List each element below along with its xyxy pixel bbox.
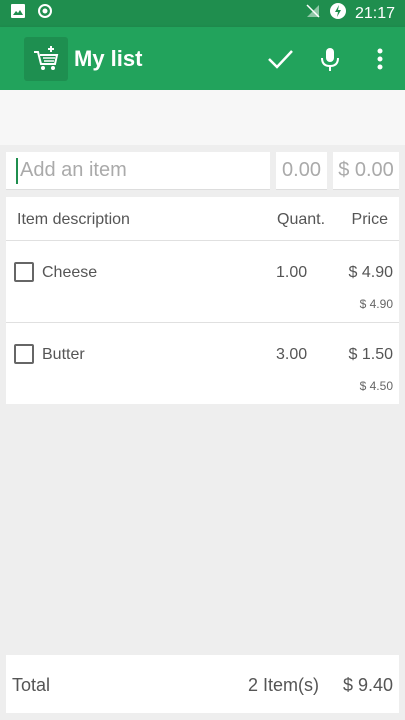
toolbar-spacer xyxy=(0,90,405,145)
check-icon xyxy=(268,49,293,69)
item-name: Cheese xyxy=(42,264,98,281)
no-signal-icon xyxy=(305,3,321,24)
price-input[interactable]: $ 0.00 xyxy=(333,152,399,190)
item-count: 2 Item(s) xyxy=(248,675,320,695)
image-icon xyxy=(10,3,26,24)
record-icon xyxy=(38,4,52,23)
item-total: $ 4.50 xyxy=(359,379,393,393)
item-name: Butter xyxy=(42,346,85,363)
app-bar: My list xyxy=(0,27,405,90)
shopping-list: Item description Quant. Price Cheese 1.0… xyxy=(6,197,399,404)
more-vert-icon xyxy=(377,48,383,69)
shopping-cart-icon[interactable] xyxy=(24,36,68,81)
item-price: $ 4.90 xyxy=(348,264,393,281)
page-title: My list xyxy=(74,45,143,71)
item-checkbox[interactable] xyxy=(14,262,34,282)
header-price: Price xyxy=(351,211,388,228)
battery-charging-icon xyxy=(329,2,347,25)
voice-input-button[interactable] xyxy=(305,34,355,84)
item-total: $ 4.90 xyxy=(359,297,393,311)
item-price: $ 1.50 xyxy=(348,346,393,363)
list-item[interactable]: Cheese 1.00 $ 4.90 $ 4.90 xyxy=(6,241,399,323)
microphone-icon xyxy=(321,47,339,71)
add-item-row: Add an item 0.00 $ 0.00 xyxy=(6,152,399,190)
list-item[interactable]: Butter 3.00 $ 1.50 $ 4.50 xyxy=(6,323,399,403)
header-quantity: Quant. xyxy=(277,211,326,228)
list-header: Item description Quant. Price xyxy=(6,197,399,241)
clock: 21:17 xyxy=(354,4,395,22)
item-quantity: 1.00 xyxy=(276,264,308,281)
header-description: Item description xyxy=(17,211,130,228)
total-sum: $ 9.40 xyxy=(342,675,393,695)
add-item-input[interactable]: Add an item xyxy=(6,152,270,190)
quantity-placeholder: 0.00 xyxy=(282,159,321,181)
add-item-placeholder: Add an item xyxy=(20,159,127,181)
item-checkbox[interactable] xyxy=(14,344,34,364)
item-quantity: 3.00 xyxy=(276,346,308,363)
quantity-input[interactable]: 0.00 xyxy=(276,152,327,190)
check-button[interactable] xyxy=(255,34,305,84)
total-label: Total xyxy=(12,675,51,695)
text-cursor xyxy=(16,157,18,184)
more-options-button[interactable] xyxy=(355,34,405,84)
status-bar: 21:17 xyxy=(0,0,405,27)
totals-footer: Total 2 Item(s) $ 9.40 xyxy=(6,655,399,713)
price-placeholder: $ 0.00 xyxy=(338,159,394,181)
